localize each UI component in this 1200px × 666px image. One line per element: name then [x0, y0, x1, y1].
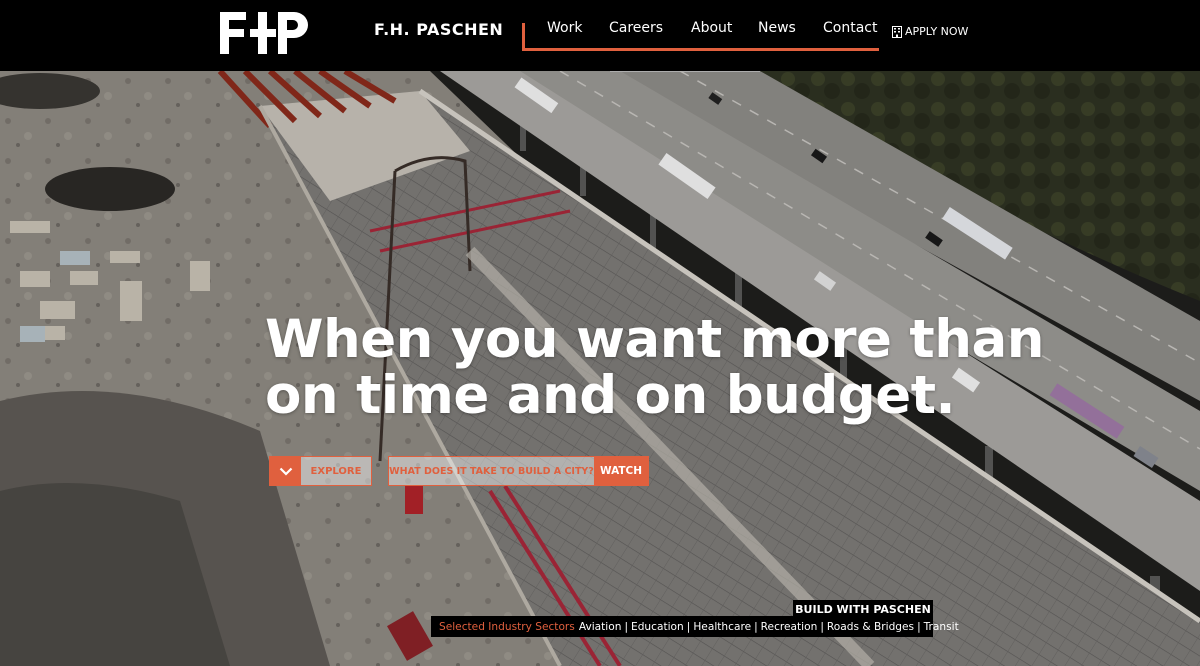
sector-separator: | [754, 620, 758, 633]
hero-cta-row: EXPLORE WHAT DOES IT TAKE TO BUILD A CIT… [269, 456, 649, 486]
industry-sectors-bar: Selected Industry Sectors Aviation | Edu… [431, 616, 959, 637]
sector-healthcare[interactable]: Healthcare [693, 621, 751, 633]
building-icon [892, 25, 902, 38]
main-nav: Work Careers About News Contact [547, 20, 899, 36]
sector-separator: | [917, 620, 921, 633]
nav-work[interactable]: Work [547, 20, 587, 36]
sector-transit[interactable]: Transit [924, 621, 959, 633]
video-question: WHAT DOES IT TAKE TO BUILD A CITY? [389, 457, 594, 485]
brand-name: F.H. PASCHEN [374, 20, 504, 39]
watch-video-button[interactable]: WHAT DOES IT TAKE TO BUILD A CITY? WATCH [388, 456, 649, 486]
headline-line-1: When you want more than [265, 309, 1044, 370]
sector-roads-bridges[interactable]: Roads & Bridges [827, 621, 914, 633]
explore-label: EXPLORE [301, 457, 371, 485]
hero-section: When you want more than on time and on b… [0, 71, 1200, 666]
explore-button[interactable]: EXPLORE [269, 456, 372, 486]
sector-aviation[interactable]: Aviation [579, 621, 622, 633]
sector-separator: | [820, 620, 824, 633]
headline-line-2: on time and on budget. [265, 365, 956, 426]
sectors-label: Selected Industry Sectors [439, 620, 575, 633]
nav-news[interactable]: News [758, 20, 801, 36]
hero-headline: When you want more than on time and on b… [265, 312, 1044, 424]
apply-now-link[interactable]: APPLY NOW [892, 25, 968, 38]
fhp-logo-mark [220, 12, 308, 54]
sector-education[interactable]: Education [631, 621, 684, 633]
fhp-logo[interactable] [220, 12, 310, 54]
nav-careers[interactable]: Careers [609, 20, 669, 36]
chevron-down-icon [270, 457, 301, 485]
nav-contact[interactable]: Contact [823, 20, 877, 36]
nav-about[interactable]: About [691, 20, 736, 36]
sector-recreation[interactable]: Recreation [761, 621, 818, 633]
site-header: F.H. PASCHEN Work Careers About News Con… [0, 0, 1200, 71]
apply-now-label: APPLY NOW [905, 25, 969, 38]
sector-separator: | [624, 620, 629, 633]
watch-label: WATCH [594, 457, 648, 485]
sector-separator: | [686, 620, 691, 633]
